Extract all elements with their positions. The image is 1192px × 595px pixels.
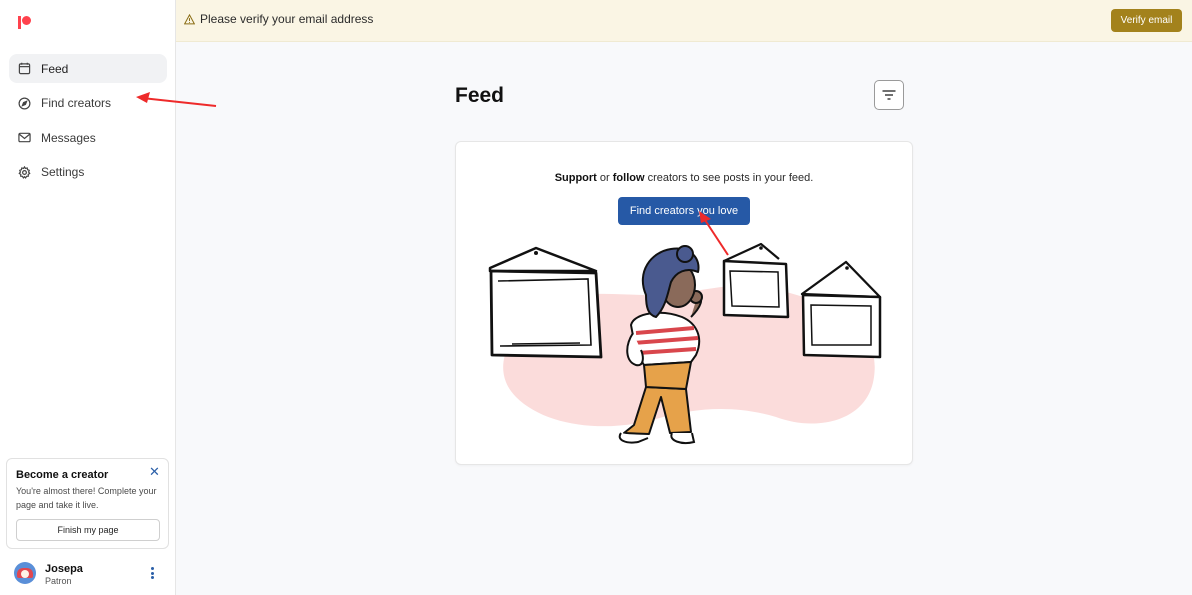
- more-options-icon[interactable]: [151, 567, 155, 581]
- follow-text: follow: [612, 172, 645, 184]
- sidebar-item-label: Settings: [41, 165, 85, 179]
- compass-icon: [18, 97, 31, 110]
- support-text: Support: [554, 172, 597, 184]
- feed-icon: [18, 62, 31, 75]
- verify-email-banner: Please verify your email address Verify …: [176, 0, 1192, 42]
- sidebar-item-label: Feed: [41, 61, 69, 76]
- page-title: Feed: [455, 84, 505, 107]
- user-role: Patron: [45, 576, 72, 586]
- become-creator-card: Become a creator ✕ You're almost there! …: [6, 458, 169, 549]
- warning-icon: [184, 14, 195, 25]
- empty-feed-card: Support or follow creators to see posts …: [455, 141, 913, 465]
- filter-button[interactable]: [874, 80, 904, 110]
- feed-message-rest: creators to see posts in your feed.: [644, 172, 814, 184]
- sidebar-nav: Feed Find creators Messages Settings: [9, 54, 167, 192]
- avatar: [14, 562, 36, 584]
- finish-my-page-button[interactable]: Finish my page: [16, 519, 160, 541]
- sidebar-item-find-creators[interactable]: Find creators: [9, 89, 167, 118]
- sidebar-item-feed[interactable]: Feed: [9, 54, 167, 83]
- sidebar-item-label: Find creators: [41, 96, 112, 110]
- patreon-logo[interactable]: [18, 16, 32, 30]
- user-profile[interactable]: Josepa Patron: [14, 561, 164, 587]
- gear-icon: [18, 165, 31, 179]
- user-name: Josepa: [45, 563, 83, 575]
- filter-icon: [882, 90, 896, 100]
- mail-icon: [18, 131, 31, 144]
- gallery-illustration: [488, 242, 882, 444]
- banner-message: Please verify your email address: [200, 12, 374, 26]
- become-creator-description: You're almost there! Complete your page …: [16, 486, 157, 510]
- become-creator-title: Become a creator: [16, 469, 109, 481]
- sidebar-item-label: Messages: [41, 130, 96, 145]
- or-text: or: [596, 172, 613, 184]
- find-creators-button[interactable]: Find creators you love: [618, 197, 750, 225]
- sidebar: Feed Find creators Messages Settings Bec…: [0, 0, 176, 595]
- empty-feed-message: Support or follow creators to see posts …: [456, 172, 912, 184]
- verify-email-button[interactable]: Verify email: [1111, 9, 1182, 32]
- sidebar-item-settings[interactable]: Settings: [9, 158, 167, 187]
- close-icon[interactable]: ✕: [149, 465, 160, 478]
- sidebar-item-messages[interactable]: Messages: [9, 123, 167, 152]
